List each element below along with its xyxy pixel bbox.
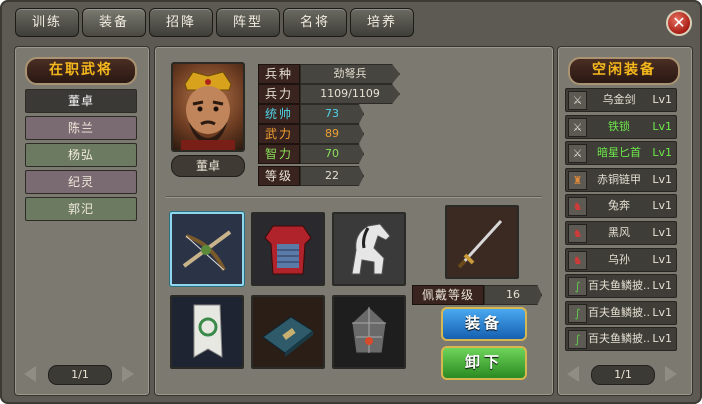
equipment-level: Lv1 — [652, 172, 672, 186]
idle-equipment-title: 空闲装备 — [568, 57, 680, 85]
cloak-slot[interactable] — [170, 295, 244, 369]
equipment-list-item[interactable]: ∫ 百夫鱼鳞披... Lv1 — [565, 274, 677, 299]
equipment-name: 乌金剑 — [602, 93, 636, 106]
generals-panel-title: 在职武将 — [25, 57, 137, 85]
sword-icon: ⚔ — [568, 91, 587, 110]
gem-icon — [334, 297, 404, 367]
book-slot[interactable] — [251, 295, 325, 369]
equipment-list-item[interactable]: ♞ 黑风 Lv1 — [565, 221, 677, 245]
equipment-name: 百夫鱼鳞披... — [588, 279, 650, 293]
equipment-name: 百夫鱼鳞披... — [588, 332, 650, 346]
close-button[interactable]: ✕ — [666, 10, 692, 36]
treasure-slot[interactable] — [332, 295, 406, 369]
scroll-icon: ∫ — [568, 303, 587, 323]
stat-value: 73 — [300, 104, 364, 124]
equipment-name: 暗星匕首 — [597, 146, 641, 160]
stat-label: 等级 — [258, 166, 300, 186]
divider — [166, 196, 542, 198]
next-page-arrow-icon[interactable] — [122, 366, 134, 382]
tab-training[interactable]: 训练 — [15, 8, 79, 37]
general-item-selected[interactable]: 董卓 — [25, 89, 137, 113]
stat-label: 智力 — [258, 144, 300, 164]
equipment-window: 训练 装备 招降 阵型 名将 培养 ✕ 在职武将 董卓 陈兰 杨弘 纪灵 郭汜 … — [0, 0, 702, 404]
stat-value: 劲弩兵 — [300, 64, 400, 84]
general-item[interactable]: 杨弘 — [25, 143, 137, 167]
armor-slot[interactable] — [251, 212, 325, 286]
general-face-icon — [181, 71, 235, 150]
sword-icon — [447, 207, 517, 277]
equipment-level: Lv1 — [652, 279, 672, 293]
equipment-list-item[interactable]: ♜ 赤铜链甲 Lv1 — [565, 167, 677, 192]
equipment-name: 百夫鱼鳞披... — [588, 305, 650, 319]
tab-recruit[interactable]: 招降 — [149, 8, 213, 37]
equip-button[interactable]: 装备 — [441, 307, 527, 341]
stat-value: 1109/1109 — [300, 84, 400, 104]
scroll-icon: ∫ — [568, 330, 587, 350]
sword-icon: ⚔ — [568, 144, 587, 164]
equipment-level: Lv1 — [652, 226, 672, 239]
horse-icon: ♞ — [568, 250, 587, 270]
stat-value: 22 — [300, 166, 364, 186]
equipment-name: 黑风 — [608, 226, 630, 239]
close-icon: ✕ — [672, 13, 686, 32]
stat-label: 兵种 — [258, 64, 300, 84]
equipment-name: 乌孙 — [608, 252, 630, 266]
stat-label: 武力 — [258, 124, 300, 144]
horse-icon — [334, 214, 404, 284]
equipment-level: Lv1 — [652, 252, 672, 266]
general-item[interactable]: 纪灵 — [25, 170, 137, 194]
equipment-level: Lv1 — [652, 93, 672, 106]
tab-formation[interactable]: 阵型 — [216, 8, 280, 37]
stat-label: 统帅 — [258, 104, 300, 124]
prev-page-arrow-icon[interactable] — [567, 366, 579, 382]
tab-equipment[interactable]: 装备 — [82, 8, 146, 37]
horse-icon: ♞ — [568, 224, 587, 243]
hero-name: 董卓 — [171, 155, 245, 177]
equipment-level: Lv1 — [652, 199, 672, 213]
equipment-level: Lv1 — [652, 119, 672, 133]
next-page-arrow-icon[interactable] — [665, 366, 677, 382]
weapon-slot[interactable] — [170, 212, 244, 286]
horse-icon: ♞ — [568, 197, 587, 217]
stat-value: 89 — [300, 124, 364, 144]
armor-icon: ♜ — [568, 170, 587, 190]
equipment-list-item[interactable]: ∫ 百夫鱼鳞披... Lv1 — [565, 327, 677, 352]
mount-slot[interactable] — [332, 212, 406, 286]
wear-level-label: 佩戴等级 — [412, 285, 484, 305]
scroll-icon: ∫ — [568, 277, 587, 297]
equipment-pager: 1/1 — [591, 365, 655, 385]
stat-value: 70 — [300, 144, 364, 164]
crossbow-icon — [172, 214, 242, 284]
equipment-list-item[interactable]: ⚔ 铁锁 Lv1 — [565, 114, 677, 139]
equipment-list-item[interactable]: ⚔ 暗星匕首 Lv1 — [565, 141, 677, 166]
prev-page-arrow-icon[interactable] — [24, 366, 36, 382]
equipment-list-item[interactable]: ⚔ 乌金剑 Lv1 — [565, 88, 677, 112]
banner-icon — [172, 297, 242, 367]
wear-level-value: 16 — [484, 285, 542, 305]
generals-pager: 1/1 — [48, 365, 112, 385]
stat-label: 兵力 — [258, 84, 300, 104]
equipment-name: 兔奔 — [608, 199, 630, 213]
unequip-button[interactable]: 卸下 — [441, 346, 527, 380]
hero-portrait — [171, 62, 245, 152]
equipment-list-item[interactable]: ♞ 乌孙 Lv1 — [565, 247, 677, 272]
sword-icon: ⚔ — [568, 117, 587, 137]
equipment-name: 铁锁 — [608, 119, 630, 133]
equipment-list-item[interactable]: ♞ 兔奔 Lv1 — [565, 194, 677, 219]
featured-item-slot[interactable] — [445, 205, 519, 279]
equipment-name: 赤铜链甲 — [597, 172, 641, 186]
general-item[interactable]: 陈兰 — [25, 116, 137, 140]
equipment-list-item[interactable]: ∫ 百夫鱼鳞披... Lv1 — [565, 300, 677, 325]
general-item[interactable]: 郭汜 — [25, 197, 137, 221]
armor-icon — [253, 214, 323, 284]
tab-famous-generals[interactable]: 名将 — [283, 8, 347, 37]
tab-cultivate[interactable]: 培养 — [350, 8, 414, 37]
book-icon — [253, 297, 323, 367]
equipment-level: Lv1 — [652, 146, 672, 160]
equipment-level: Lv1 — [652, 305, 672, 319]
equipment-level: Lv1 — [652, 332, 672, 346]
